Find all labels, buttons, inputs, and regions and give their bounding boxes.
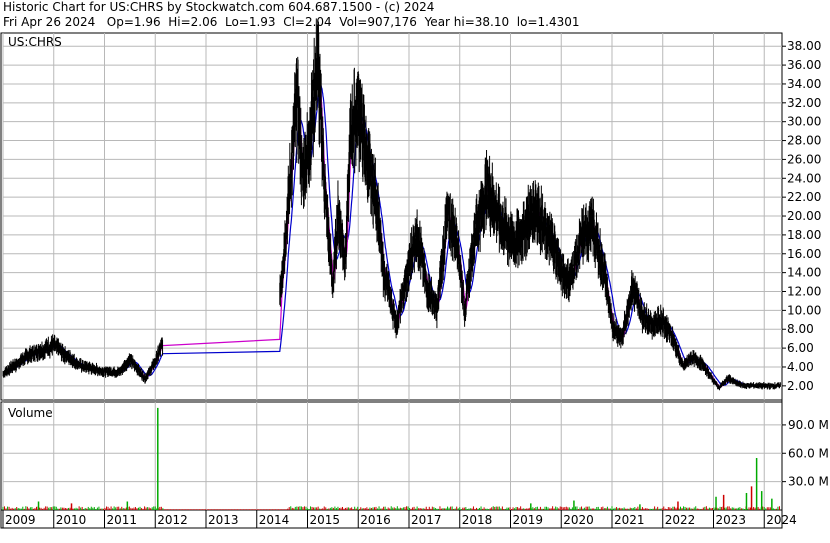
volume-tick-label: 90.0 M	[788, 418, 829, 432]
price-tick-label: 14.00	[787, 266, 821, 280]
year-tick-label: 2010	[56, 513, 87, 527]
year-tick-label: 2019	[512, 513, 543, 527]
price-tick-label: 18.00	[787, 228, 821, 242]
volume-panel	[0, 401, 783, 511]
year-tick-label: 2022	[665, 513, 696, 527]
year-tick-label: 2024	[766, 513, 797, 527]
year-tick-label: 2020	[563, 513, 594, 527]
stock-chart: 38.00 36.00 34.00 32.00 30.00 28.00 26.00 24.00…	[0, 18, 829, 529]
price-tick-label: 32.00	[787, 96, 821, 110]
year-tick-label: 2017	[411, 513, 442, 527]
price-tick-label: 24.00	[787, 171, 821, 185]
year-tick-label: 2011	[106, 513, 137, 527]
volume-tick-label: 30.0 M	[788, 475, 829, 489]
year-tick-label: 2016	[360, 513, 391, 527]
price-tick-label: 38.00	[787, 39, 821, 53]
price-tick-label: 6.00	[787, 341, 814, 355]
year-tick-label: 2015	[309, 513, 340, 527]
year-tick-label: 2018	[462, 513, 493, 527]
price-tick-label: 22.00	[787, 190, 821, 204]
price-tick-label: 4.00	[787, 360, 814, 374]
symbol-label: US:CHRS	[8, 35, 62, 49]
price-tick-label: 10.00	[787, 303, 821, 317]
volume-tick-label: 60.0 M	[788, 446, 829, 460]
volume-label: Volume	[8, 406, 53, 420]
year-tick-label: 2023	[715, 513, 746, 527]
year-tick-label: 2012	[157, 513, 188, 527]
year-tick-label: 2009	[5, 513, 36, 527]
price-tick-label: 36.00	[787, 58, 821, 72]
price-tick-label: 2.00	[787, 379, 814, 393]
price-tick-label: 26.00	[787, 152, 821, 166]
price-tick-label: 20.00	[787, 209, 821, 223]
price-tick-label: 28.00	[787, 134, 821, 148]
price-tick-label: 34.00	[787, 77, 821, 91]
year-tick-label: 2013	[208, 513, 239, 527]
year-tick-label: 2014	[259, 513, 290, 527]
year-tick-label: 2021	[614, 513, 645, 527]
price-tick-label: 16.00	[787, 247, 821, 261]
price-tick-label: 8.00	[787, 322, 814, 336]
price-tick-label: 12.00	[787, 285, 821, 299]
price-tick-label: 30.00	[787, 115, 821, 129]
